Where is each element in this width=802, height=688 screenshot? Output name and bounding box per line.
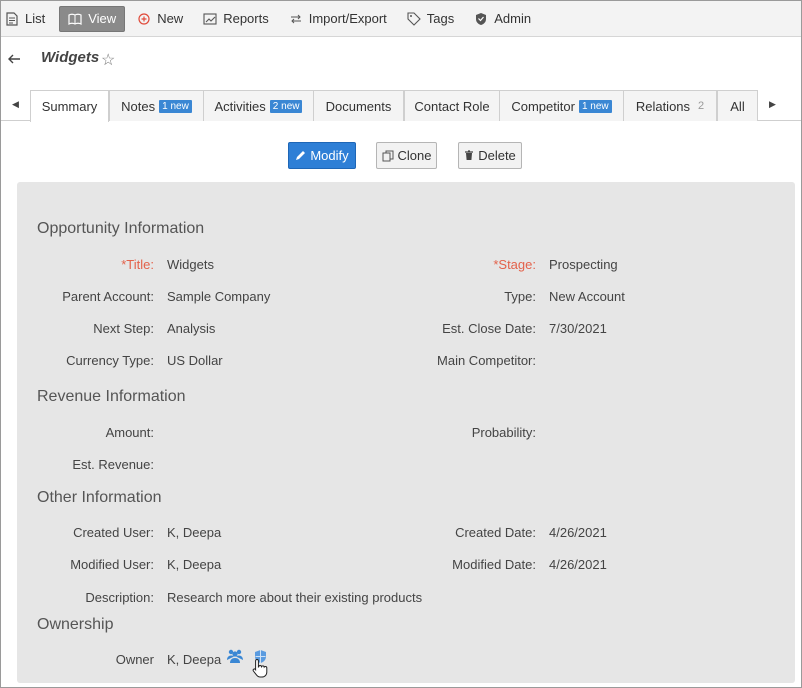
- section-title-revenue: Revenue Information: [37, 388, 186, 405]
- title-label: *Title:: [121, 257, 154, 272]
- trash-icon: [464, 150, 474, 161]
- main-competitor-label: Main Competitor:: [437, 353, 536, 368]
- tab-summary[interactable]: Summary: [30, 90, 109, 122]
- type-label: Type:: [504, 289, 536, 304]
- est-close-date-value: 7/30/2021: [549, 321, 607, 336]
- hand-cursor-icon: [252, 658, 268, 681]
- owner-label: Owner: [115, 652, 154, 667]
- chart-icon: [203, 12, 217, 26]
- section-title-other: Other Information: [37, 489, 162, 506]
- favorite-star-icon[interactable]: ☆: [101, 50, 115, 70]
- new-badge: 1 new: [159, 99, 192, 113]
- import-export-button[interactable]: Import/Export: [281, 6, 395, 32]
- app-window: List View New Reports Import/Export Tags…: [0, 0, 802, 688]
- modified-user-label: Modified User:: [70, 557, 154, 572]
- top-toolbar: List View New Reports Import/Export Tags…: [1, 1, 801, 37]
- tab-scroll-left-icon[interactable]: ◀: [12, 99, 19, 110]
- new-badge: 1 new: [578, 99, 612, 113]
- created-user-label: Created User:: [73, 525, 154, 540]
- tab-label: Summary: [41, 99, 98, 114]
- tab-label: Relations: [635, 98, 691, 114]
- document-icon: [5, 11, 19, 26]
- next-step-label: Next Step:: [93, 321, 154, 336]
- new-button[interactable]: New: [129, 6, 191, 32]
- pencil-icon: [295, 150, 306, 161]
- currency-type-label: Currency Type:: [66, 353, 154, 368]
- new-label: New: [157, 11, 184, 26]
- modify-button[interactable]: Modify: [288, 142, 356, 169]
- description-label: Description:: [85, 590, 154, 605]
- list-button[interactable]: List: [1, 6, 53, 32]
- detail-panel: Opportunity Information *Title: Widgets …: [17, 182, 795, 683]
- parent-account-label: Parent Account:: [62, 289, 154, 304]
- tab-label: Competitor: [511, 98, 575, 114]
- probability-label: Probability:: [471, 425, 536, 440]
- shield-check-icon: [474, 12, 488, 26]
- owner-actions: [226, 648, 268, 678]
- tabs-bar: ◀ Summary Notes 1 new Activities 2 new D…: [1, 89, 801, 122]
- title-value: Widgets: [167, 257, 214, 272]
- new-badge: 2 new: [269, 99, 303, 113]
- tab-label: All: [730, 98, 745, 114]
- currency-type-value: US Dollar: [167, 353, 223, 368]
- tab-contact-role[interactable]: Contact Role: [404, 90, 500, 121]
- tab-label: Contact Role: [414, 98, 490, 114]
- est-close-date-label: Est. Close Date:: [442, 321, 536, 336]
- stage-label: *Stage:: [493, 257, 536, 272]
- description-value: Research more about their existing produ…: [167, 590, 423, 605]
- tab-relations[interactable]: Relations 2: [623, 90, 717, 121]
- tab-activities[interactable]: Activities 2 new: [203, 90, 314, 121]
- import-export-label: Import/Export: [308, 11, 387, 26]
- relations-count: 2: [698, 100, 705, 112]
- created-date-value: 4/26/2021: [549, 525, 607, 540]
- tab-competitor[interactable]: Competitor 1 new: [499, 90, 624, 121]
- tags-label: Tags: [426, 11, 455, 26]
- tab-label: Notes: [121, 98, 156, 114]
- tab-documents[interactable]: Documents: [313, 90, 404, 121]
- tab-notes[interactable]: Notes 1 new: [109, 90, 204, 121]
- back-arrow-icon[interactable]: [7, 52, 23, 68]
- view-button[interactable]: View: [59, 5, 126, 32]
- section-title-ownership: Ownership: [37, 616, 114, 633]
- copy-icon: [382, 150, 394, 162]
- next-step-value: Analysis: [167, 321, 216, 336]
- modified-date-value: 4/26/2021: [549, 557, 607, 572]
- delete-label: Delete: [478, 148, 516, 163]
- modified-date-label: Modified Date:: [452, 557, 536, 572]
- tab-label: Activities: [214, 98, 266, 114]
- modified-user-value: K, Deepa: [167, 557, 222, 572]
- book-icon: [68, 12, 82, 26]
- created-date-label: Created Date:: [455, 525, 536, 540]
- parent-account-value: Sample Company: [167, 289, 271, 304]
- type-value: New Account: [549, 289, 625, 304]
- clone-label: Clone: [397, 148, 432, 163]
- stage-value: Prospecting: [549, 257, 618, 272]
- delete-button[interactable]: Delete: [458, 142, 522, 169]
- tab-scroll-right-icon[interactable]: ▶: [769, 99, 776, 110]
- record-header: Widgets ☆: [1, 38, 801, 86]
- swap-arrows-icon: [289, 12, 303, 26]
- est-revenue-label: Est. Revenue:: [72, 457, 154, 472]
- view-label: View: [88, 11, 117, 26]
- section-title-opportunity: Opportunity Information: [37, 220, 205, 237]
- plus-circle-icon: [137, 12, 151, 26]
- tag-icon: [407, 11, 421, 26]
- users-group-icon[interactable]: [226, 648, 244, 667]
- tab-all[interactable]: All: [717, 90, 758, 121]
- tab-label: Documents: [325, 98, 392, 114]
- list-label: List: [25, 11, 46, 26]
- owner-value: K, Deepa: [167, 652, 222, 667]
- page-title: Widgets: [41, 49, 100, 66]
- created-user-value: K, Deepa: [167, 525, 222, 540]
- reports-button[interactable]: Reports: [195, 6, 277, 32]
- modify-label: Modify: [310, 148, 349, 163]
- reports-label: Reports: [223, 11, 269, 26]
- admin-label: Admin: [494, 11, 532, 26]
- amount-label: Amount:: [105, 425, 154, 440]
- admin-button[interactable]: Admin: [466, 6, 539, 32]
- clone-button[interactable]: Clone: [376, 142, 437, 169]
- tags-button[interactable]: Tags: [399, 6, 462, 32]
